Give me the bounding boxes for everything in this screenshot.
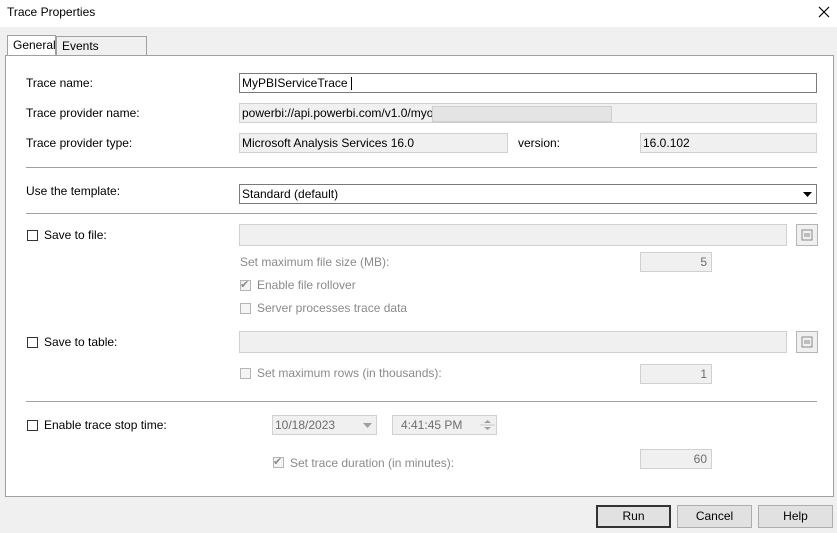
save-to-file-label: Save to file:	[44, 228, 107, 242]
close-icon[interactable]	[812, 1, 836, 23]
tab-events-selection[interactable]: Events Selection	[56, 36, 147, 71]
duration-field: 60	[640, 449, 712, 469]
separator	[26, 213, 817, 214]
chevron-down-icon	[360, 417, 375, 433]
save-to-table-label: Save to table:	[44, 335, 118, 349]
provider-type-value: Microsoft Analysis Services 16.0	[242, 136, 415, 150]
stop-time-spinner: 4:41:45 PM	[392, 415, 497, 435]
version-field: 16.0.102	[640, 133, 817, 153]
max-rows-label: Set maximum rows (in thousands):	[257, 366, 442, 380]
browse-file-button	[796, 224, 818, 246]
trace-name-value: MyPBIServiceTrace	[242, 76, 348, 90]
provider-type-label: Trace provider type:	[26, 136, 133, 150]
trace-name-input[interactable]: MyPBIServiceTrace	[239, 73, 817, 93]
tab-general-label: General	[13, 38, 56, 52]
duration-value: 60	[693, 452, 707, 466]
provider-type-field: Microsoft Analysis Services 16.0	[239, 133, 508, 153]
text-caret	[351, 77, 352, 90]
template-label: Use the template:	[26, 184, 121, 198]
save-to-file-path	[239, 224, 787, 246]
stop-time-checkbox[interactable]	[27, 420, 38, 431]
run-button[interactable]: Run	[596, 505, 671, 528]
tab-general[interactable]: General	[7, 35, 56, 56]
stop-time-value: 4:41:45 PM	[401, 418, 463, 432]
check-icon: ✔	[273, 456, 283, 468]
spinner-icon	[480, 417, 495, 433]
stop-date-value: 10/18/2023	[275, 418, 336, 432]
browse-icon	[801, 336, 813, 348]
template-select[interactable]: Standard (default)	[239, 184, 817, 204]
separator	[26, 167, 817, 168]
template-value: Standard (default)	[242, 187, 339, 201]
server-processes-checkbox	[240, 303, 251, 314]
version-label: version:	[518, 136, 561, 150]
max-rows-checkbox	[240, 368, 251, 379]
save-to-table-field	[239, 331, 787, 353]
enable-rollover-checkbox: ✔	[240, 279, 251, 291]
window-title: Trace Properties	[7, 5, 96, 19]
chevron-down-icon[interactable]	[800, 186, 815, 202]
title-bar	[0, 0, 837, 27]
provider-name-label: Trace provider name:	[26, 106, 140, 120]
stop-time-label: Enable trace stop time:	[44, 418, 167, 432]
save-to-table-checkbox[interactable]	[27, 337, 38, 348]
check-icon: ✔	[240, 279, 250, 291]
browse-icon	[801, 229, 813, 241]
cancel-button[interactable]: Cancel	[677, 505, 752, 528]
server-processes-label: Server processes trace data	[257, 301, 408, 315]
max-file-size-label: Set maximum file size (MB):	[240, 255, 390, 269]
save-to-file-checkbox[interactable]	[27, 230, 38, 241]
help-button[interactable]: Help	[758, 505, 833, 528]
duration-checkbox: ✔	[273, 456, 284, 468]
max-rows-field: 1	[640, 364, 712, 384]
duration-label: Set trace duration (in minutes):	[290, 456, 455, 470]
max-file-size-field: 5	[640, 252, 712, 272]
separator	[26, 401, 817, 402]
version-value: 16.0.102	[643, 136, 690, 150]
trace-name-label: Trace name:	[26, 76, 93, 90]
max-file-size-value: 5	[700, 255, 707, 269]
enable-rollover-label: Enable file rollover	[257, 278, 356, 292]
max-rows-value: 1	[700, 367, 707, 381]
browse-table-button	[796, 331, 818, 353]
provider-name-value: powerbi://api.powerbi.com/v1.0/myorg/	[242, 106, 448, 120]
redacted-workspace	[432, 106, 612, 122]
stop-date-picker: 10/18/2023	[272, 415, 377, 435]
